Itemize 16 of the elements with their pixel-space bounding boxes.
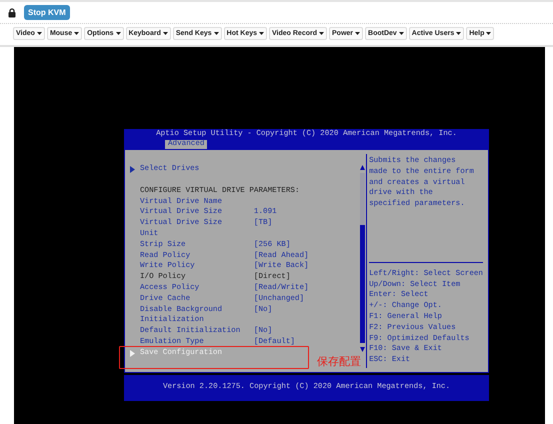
lock-icon bbox=[8, 8, 16, 18]
caret-icon bbox=[319, 32, 324, 35]
caret-icon bbox=[36, 32, 42, 35]
caret-icon bbox=[486, 32, 492, 35]
pointer-icon bbox=[130, 166, 135, 173]
caret-icon bbox=[398, 32, 404, 35]
caret-icon bbox=[259, 32, 264, 35]
caret-icon bbox=[116, 32, 121, 35]
caret-icon bbox=[214, 32, 219, 35]
annotation-text: 保存配置 bbox=[317, 355, 361, 368]
caret-icon bbox=[456, 32, 462, 35]
pointer-icon bbox=[130, 350, 135, 357]
stop-kvm-button[interactable]: Stop KVM bbox=[24, 5, 70, 20]
caret-icon bbox=[355, 32, 360, 35]
caret-icon bbox=[74, 32, 80, 35]
caret-icon bbox=[162, 32, 168, 35]
